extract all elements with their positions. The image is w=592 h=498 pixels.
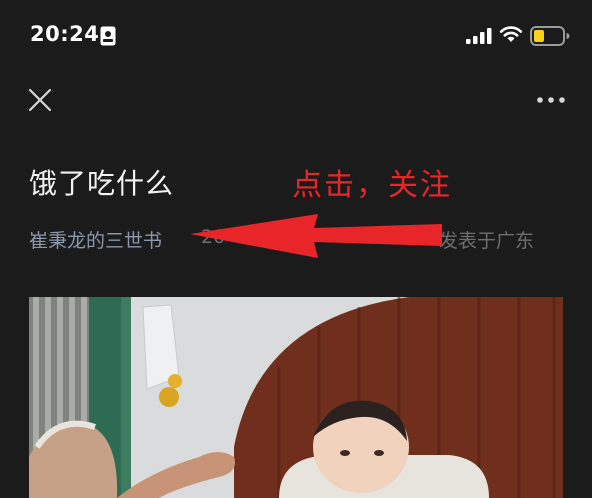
annotation-text: 点击，关注: [292, 168, 452, 203]
close-button[interactable]: [26, 86, 54, 114]
article-photo: [29, 297, 563, 498]
battery-low-icon: [530, 26, 570, 46]
status-bar: 20:24: [0, 0, 592, 72]
id-card-icon: [100, 26, 116, 46]
wifi-icon: [499, 26, 523, 42]
article-title: 饿了吃什么: [29, 167, 175, 200]
red-arrow-annotation: [190, 214, 442, 258]
cellular-signal-icon: [466, 28, 492, 44]
publish-location: 发表于广东: [439, 230, 535, 252]
author-link[interactable]: 崔秉龙的三世书: [29, 226, 162, 253]
more-dots-icon[interactable]: [534, 90, 568, 110]
status-time: 20:24: [30, 22, 100, 46]
